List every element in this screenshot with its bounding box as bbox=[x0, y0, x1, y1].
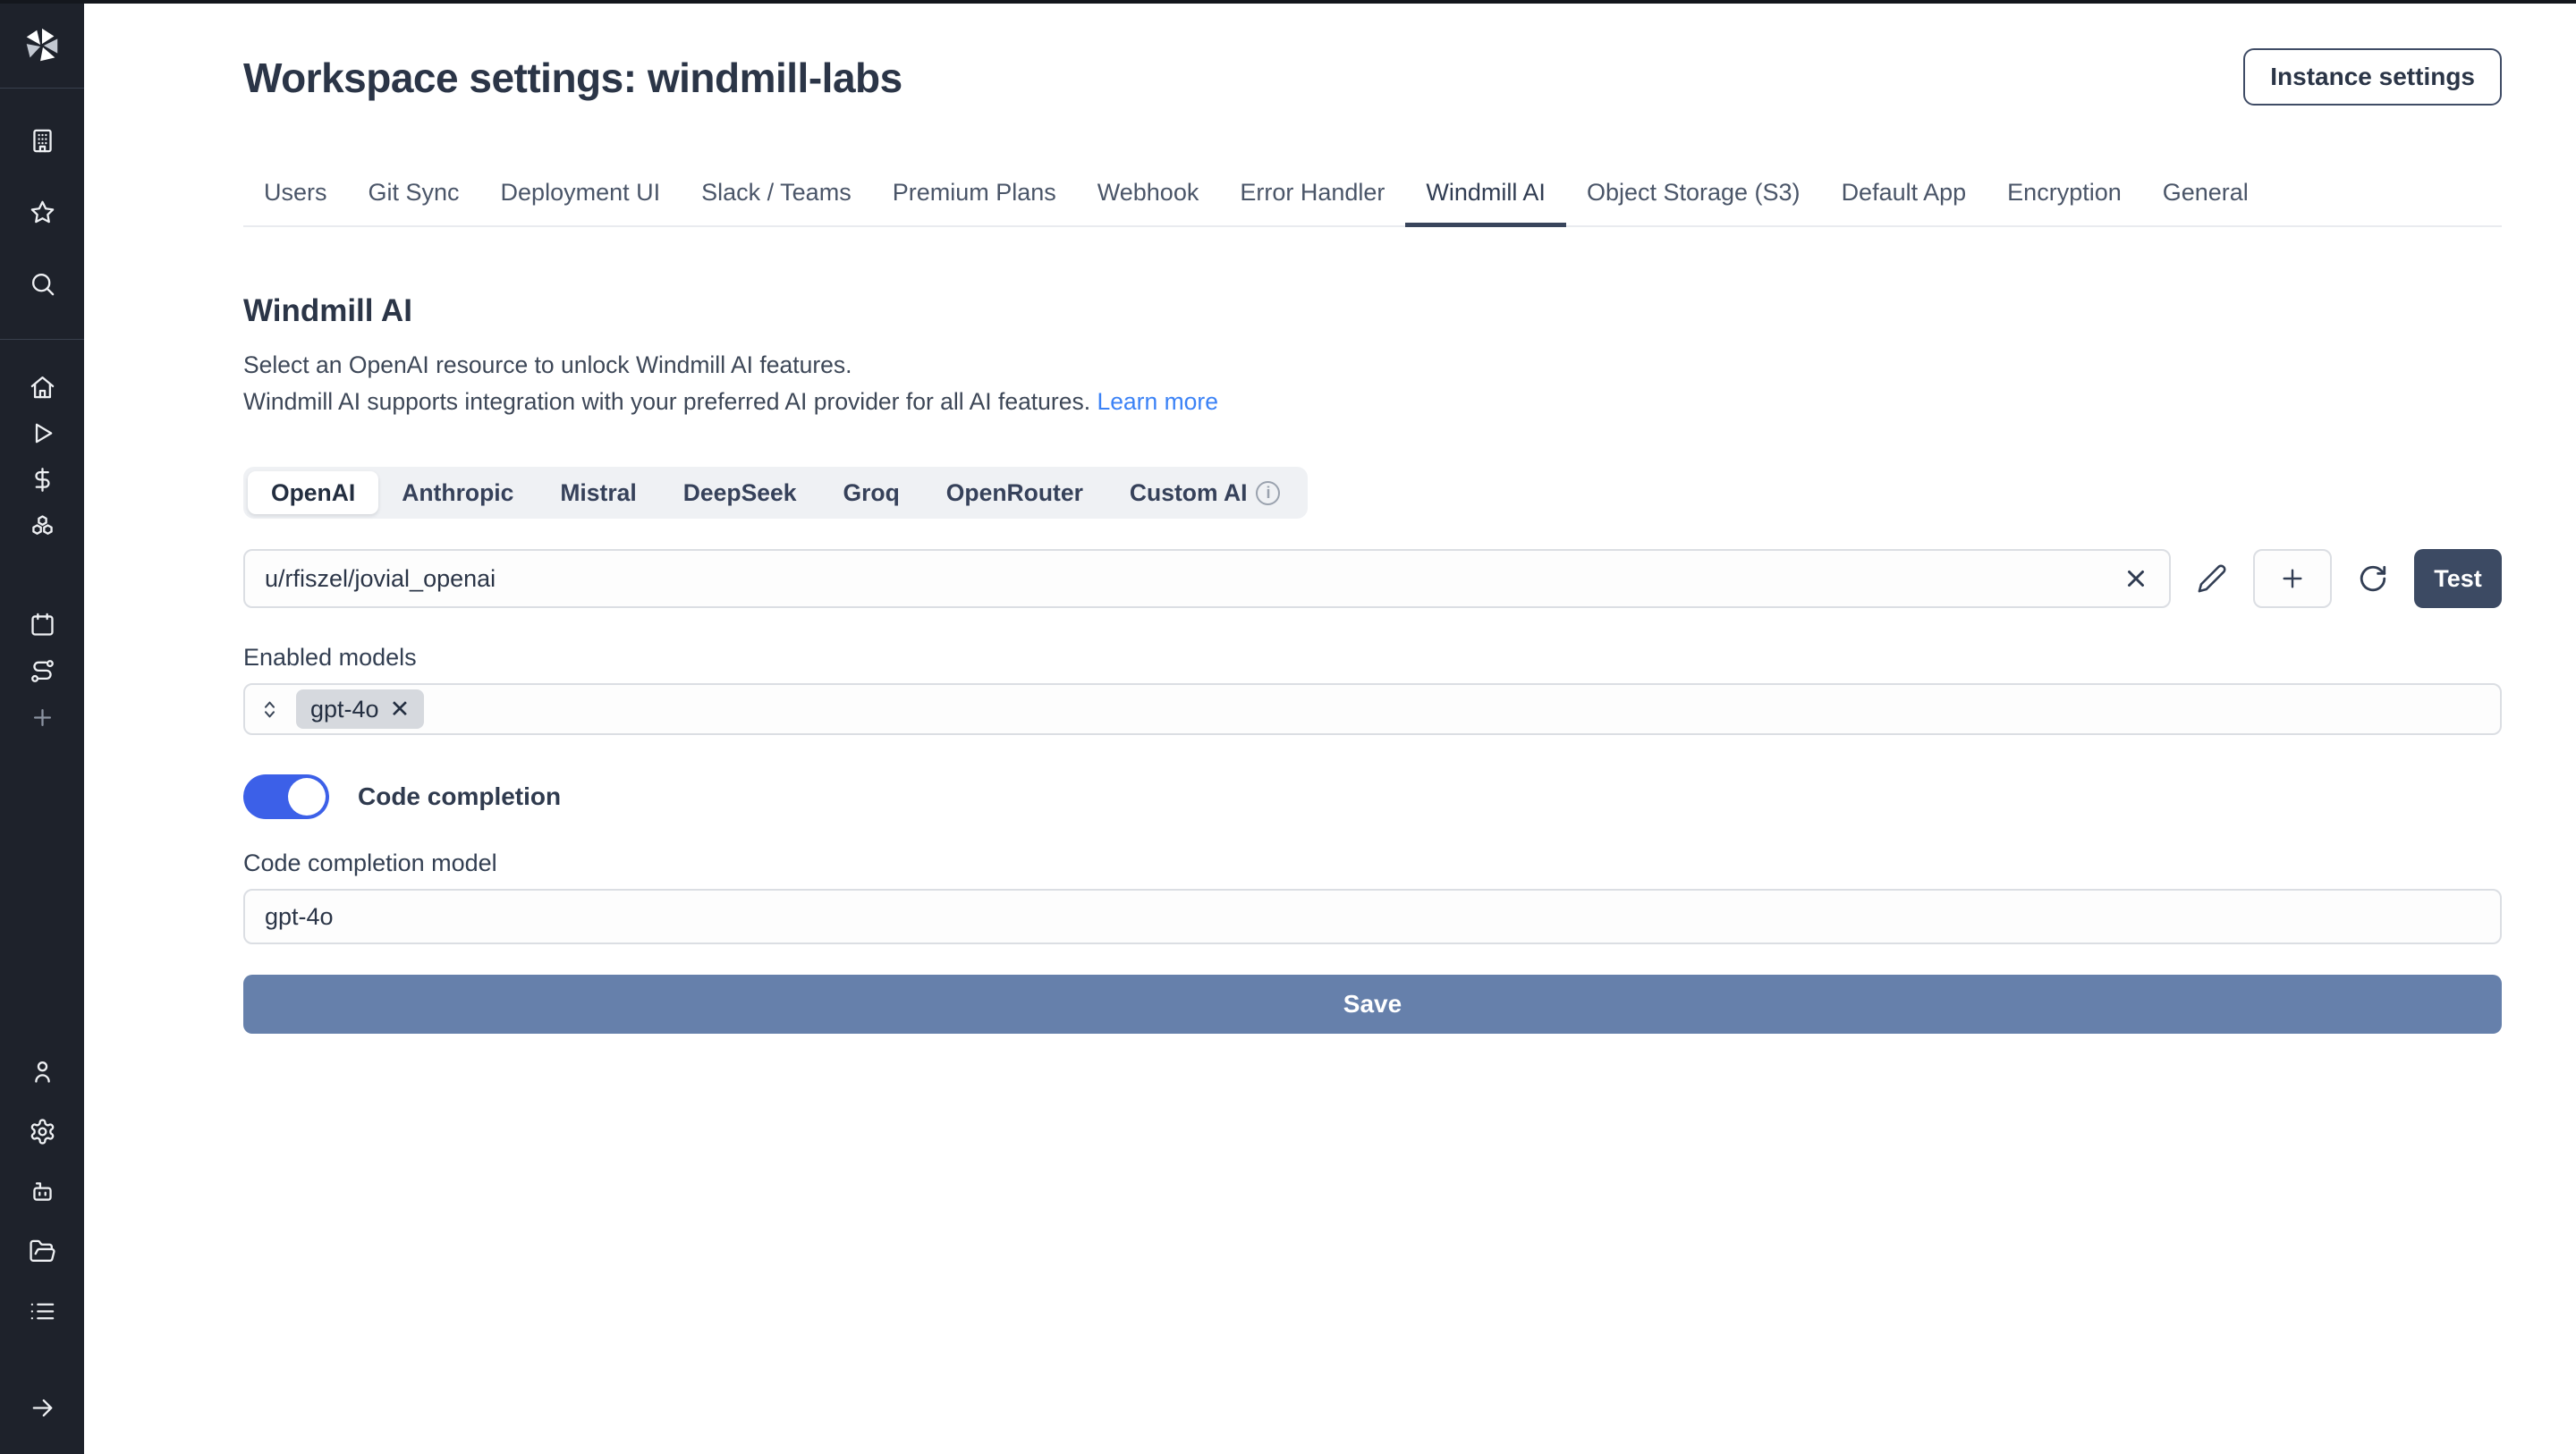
provider-custom-ai-label: Custom AI bbox=[1130, 479, 1248, 507]
settings-tabbar: Users Git Sync Deployment UI Slack / Tea… bbox=[243, 179, 2502, 227]
enabled-models-label: Enabled models bbox=[243, 644, 2502, 672]
tab-deployment-ui[interactable]: Deployment UI bbox=[480, 179, 682, 225]
chevrons-up-down-icon bbox=[258, 697, 282, 722]
tab-default-app[interactable]: Default App bbox=[1821, 179, 1987, 225]
main-content: Workspace settings: windmill-labs Instan… bbox=[84, 4, 2576, 1454]
provider-openai[interactable]: OpenAI bbox=[248, 471, 378, 514]
tab-premium-plans[interactable]: Premium Plans bbox=[872, 179, 1077, 225]
resource-input-value: u/rfiszel/jovial_openai bbox=[265, 565, 496, 593]
runs-play-icon[interactable] bbox=[0, 410, 84, 456]
tab-general[interactable]: General bbox=[2142, 179, 2269, 225]
code-completion-model-input[interactable] bbox=[243, 889, 2502, 944]
page-title: Workspace settings: windmill-labs bbox=[243, 48, 902, 102]
sidebar-group-main-nav bbox=[0, 340, 84, 549]
remove-model-icon[interactable]: ✕ bbox=[390, 697, 411, 722]
ai-bot-icon[interactable] bbox=[0, 1162, 84, 1222]
tab-users[interactable]: Users bbox=[243, 179, 348, 225]
code-completion-model-label: Code completion model bbox=[243, 850, 2502, 877]
save-button[interactable]: Save bbox=[243, 975, 2502, 1034]
provider-mistral[interactable]: Mistral bbox=[537, 471, 659, 514]
provider-anthropic[interactable]: Anthropic bbox=[378, 471, 537, 514]
model-chip-label: gpt-4o bbox=[310, 696, 379, 723]
instance-settings-button[interactable]: Instance settings bbox=[2243, 48, 2502, 106]
code-completion-row: Code completion bbox=[243, 774, 2502, 819]
list-icon[interactable] bbox=[0, 1281, 84, 1341]
description-line2: Windmill AI supports integration with yo… bbox=[243, 388, 1090, 415]
resources-cubes-icon[interactable] bbox=[0, 503, 84, 549]
provider-deepseek[interactable]: DeepSeek bbox=[660, 471, 820, 514]
settings-gear-icon[interactable] bbox=[0, 1102, 84, 1162]
section-description: Select an OpenAI resource to unlock Wind… bbox=[243, 347, 2502, 420]
folders-icon[interactable] bbox=[0, 1222, 84, 1281]
tab-object-storage[interactable]: Object Storage (S3) bbox=[1566, 179, 1821, 225]
tab-encryption[interactable]: Encryption bbox=[1987, 179, 2142, 225]
refresh-icon[interactable] bbox=[2350, 549, 2396, 608]
toggle-knob bbox=[288, 778, 326, 816]
test-button[interactable]: Test bbox=[2414, 549, 2502, 608]
schedules-calendar-icon[interactable] bbox=[0, 601, 84, 647]
windmill-pinwheel-icon bbox=[21, 25, 63, 66]
provider-groq[interactable]: Groq bbox=[819, 471, 922, 514]
windmill-logo[interactable] bbox=[0, 4, 84, 88]
section-heading: Windmill AI bbox=[243, 293, 2502, 329]
user-icon[interactable] bbox=[0, 1042, 84, 1102]
clear-resource-icon[interactable] bbox=[2123, 565, 2149, 592]
tab-windmill-ai[interactable]: Windmill AI bbox=[1405, 179, 1566, 225]
expand-sidebar-arrow-icon[interactable] bbox=[0, 1384, 84, 1431]
tab-error-handler[interactable]: Error Handler bbox=[1219, 179, 1405, 225]
search-icon[interactable] bbox=[0, 248, 84, 319]
tab-git-sync[interactable]: Git Sync bbox=[348, 179, 480, 225]
window-top-edge bbox=[0, 0, 2576, 4]
add-plus-icon[interactable] bbox=[0, 694, 84, 740]
enabled-models-multiselect[interactable]: gpt-4o ✕ bbox=[243, 683, 2502, 735]
provider-openrouter[interactable]: OpenRouter bbox=[923, 471, 1106, 514]
home-icon[interactable] bbox=[0, 363, 84, 410]
workspace-icon[interactable] bbox=[0, 105, 84, 176]
add-resource-button[interactable] bbox=[2253, 549, 2332, 608]
edit-resource-pencil-icon[interactable] bbox=[2189, 549, 2235, 608]
favorites-star-icon[interactable] bbox=[0, 176, 84, 248]
info-icon[interactable]: i bbox=[1256, 481, 1280, 505]
provider-tabs: OpenAI Anthropic Mistral DeepSeek Groq O… bbox=[243, 467, 1308, 519]
plus-icon bbox=[2278, 564, 2307, 593]
flows-route-icon[interactable] bbox=[0, 647, 84, 694]
code-completion-label: Code completion bbox=[358, 782, 561, 811]
sidebar-group-schedules bbox=[0, 549, 84, 740]
model-chip: gpt-4o ✕ bbox=[296, 689, 424, 729]
learn-more-link[interactable]: Learn more bbox=[1097, 388, 1218, 415]
resource-input[interactable]: u/rfiszel/jovial_openai bbox=[243, 549, 2171, 608]
provider-custom-ai[interactable]: Custom AI i bbox=[1106, 471, 1304, 514]
resource-row: u/rfiszel/jovial_openai Test bbox=[243, 549, 2502, 608]
page-header: Workspace settings: windmill-labs Instan… bbox=[243, 48, 2502, 106]
sidebar bbox=[0, 4, 84, 1454]
sidebar-group-account bbox=[0, 1042, 84, 1454]
tab-webhook[interactable]: Webhook bbox=[1077, 179, 1220, 225]
code-completion-toggle[interactable] bbox=[243, 774, 329, 819]
variables-dollar-icon[interactable] bbox=[0, 456, 84, 503]
tab-slack-teams[interactable]: Slack / Teams bbox=[681, 179, 872, 225]
sidebar-group-workspace bbox=[0, 89, 84, 339]
description-line1: Select an OpenAI resource to unlock Wind… bbox=[243, 351, 852, 378]
